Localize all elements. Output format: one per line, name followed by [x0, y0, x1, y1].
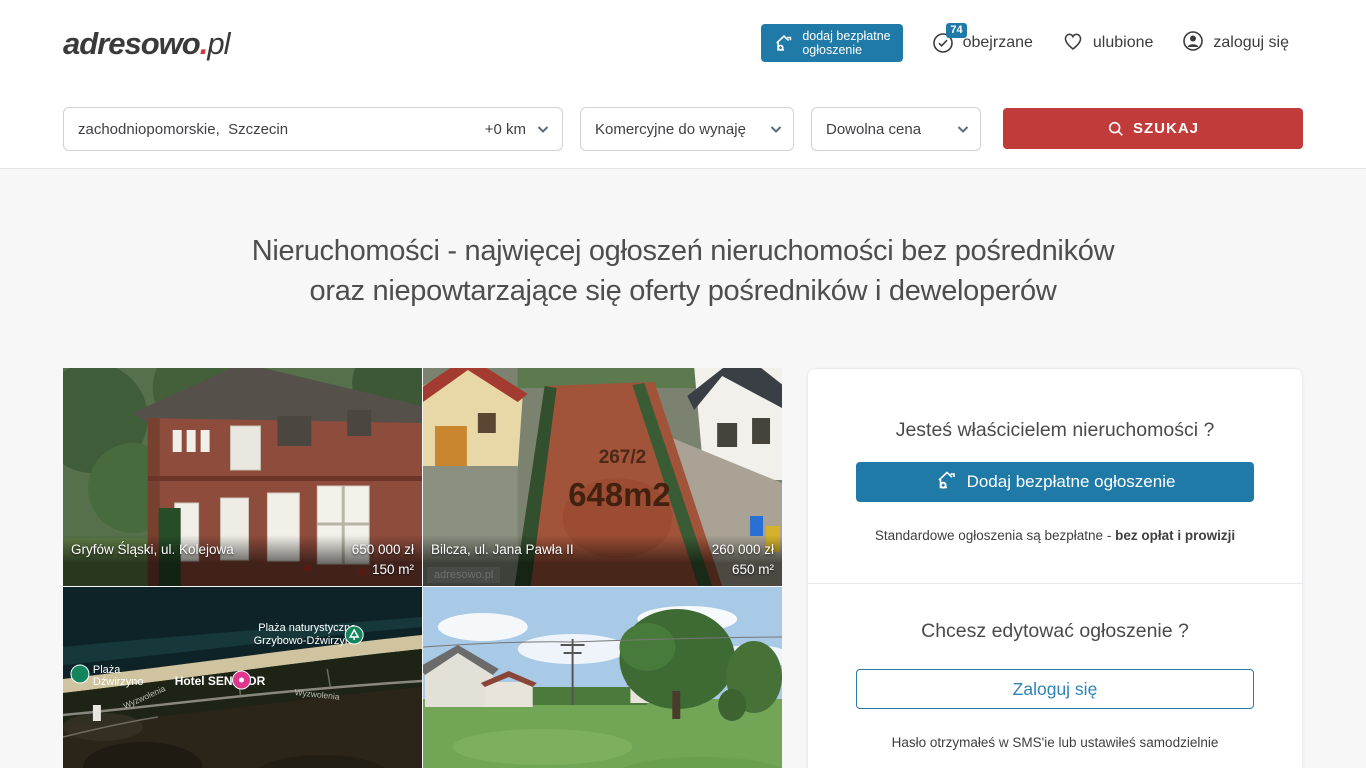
header-actions: dodaj bezpłatne ogłoszenie 74 obejrzane …: [761, 24, 1289, 62]
sidebar-divider: [808, 583, 1302, 584]
listing-price: 260 000 zł: [712, 540, 774, 560]
viewed-count-badge: 74: [946, 23, 966, 38]
svg-text:Grzybowo-Dźwirzyno: Grzybowo-Dźwirzyno: [254, 635, 357, 647]
check-circle-icon: 74: [931, 31, 955, 55]
site-logo[interactable]: adresowo.pl: [63, 26, 229, 62]
svg-text:267/2: 267/2: [599, 447, 646, 468]
edit-heading: Chcesz edytować ogłoszenie ?: [856, 620, 1254, 643]
search-bar: zachodniopomorskie, Szczecin +0 km Komer…: [0, 88, 1366, 169]
listing-location: Gryfów Śląski, ul. Kolejowa: [71, 540, 234, 560]
viewed-link[interactable]: 74 obejrzane: [931, 31, 1033, 55]
chevron-down-icon: [956, 122, 970, 136]
chevron-down-icon: [536, 122, 550, 136]
listing-caption: Bilcza, ul. Jana Pawła II 260 000 zł 650…: [423, 535, 782, 586]
add-listing-label: dodaj bezpłatne ogłoszenie: [802, 29, 890, 57]
svg-text:Dźwirzyno: Dźwirzyno: [93, 676, 144, 688]
listing-card[interactable]: 267/2 648m2 adresowo.pl Bilcza, ul. Jana…: [423, 368, 782, 586]
svg-text:Plaża: Plaża: [93, 664, 121, 676]
sidebar-add-listing-label: Dodaj bezpłatne ogłoszenie: [967, 472, 1176, 492]
owner-panel: Jesteś właścicielem nieruchomości ? Doda…: [807, 368, 1303, 768]
listing-price: 650 000 zł: [352, 540, 414, 560]
sidebar-login-button[interactable]: Zaloguj się: [856, 669, 1254, 709]
page-title: Nieruchomości - najwięcej ogłoszeń nieru…: [0, 231, 1366, 311]
owner-heading: Jesteś właścicielem nieruchomości ?: [856, 419, 1254, 442]
svg-text:Hotel SENATOR: Hotel SENATOR: [175, 674, 266, 688]
radius-value: +0 km: [485, 121, 526, 138]
header: adresowo.pl dodaj bezpłatne ogłoszenie: [0, 0, 1366, 88]
listing-photo-satellite-map: Plaża naturystyczna Grzybowo-Dźwirzyno P…: [63, 587, 422, 768]
favorites-link[interactable]: ulubione: [1061, 29, 1154, 58]
listing-location: Bilcza, ul. Jana Pawła II: [431, 540, 574, 560]
listing-area: 650 m²: [732, 560, 774, 580]
search-icon: [1107, 120, 1125, 138]
svg-text:648m2: 648m2: [568, 476, 670, 513]
favorites-label: ulubione: [1093, 34, 1154, 52]
price-dropdown[interactable]: Dowolna cena: [811, 107, 981, 151]
listing-caption: Gryfów Śląski, ul. Kolejowa 650 000 zł 1…: [63, 535, 422, 586]
sidebar-add-listing-button[interactable]: Dodaj bezpłatne ogłoszenie: [856, 462, 1254, 502]
chevron-down-icon: [769, 122, 783, 136]
listing-card[interactable]: Gryfów Śląski, ul. Kolejowa 650 000 zł 1…: [63, 368, 422, 586]
listing-card[interactable]: Plaża naturystyczna Grzybowo-Dźwirzyno P…: [63, 587, 422, 768]
password-note: Hasło otrzymałeś w SMS'ie lub ustawiłeś …: [856, 735, 1254, 750]
listing-photo-green-field: [423, 587, 782, 768]
radius-dropdown[interactable]: +0 km: [485, 121, 550, 138]
user-icon: [1181, 29, 1205, 58]
location-value: zachodniopomorskie, Szczecin: [78, 121, 485, 138]
search-button[interactable]: SZUKAJ: [1003, 108, 1303, 149]
viewed-label: obejrzane: [963, 34, 1033, 52]
price-value: Dowolna cena: [826, 121, 921, 138]
house-plus-icon: [935, 468, 959, 497]
category-dropdown[interactable]: Komercyjne do wynaję: [580, 107, 794, 151]
main-content: Nieruchomości - najwięcej ogłoszeń nieru…: [0, 169, 1366, 768]
listing-card[interactable]: Grojec, ul. Bagienna 891 000 zł: [423, 587, 782, 768]
category-value: Komercyjne do wynaję: [595, 121, 746, 138]
login-label: zaloguj się: [1213, 34, 1289, 52]
search-button-label: SZUKAJ: [1133, 120, 1199, 137]
listing-area: 150 m²: [372, 560, 414, 580]
logo-suffix: pl: [207, 26, 229, 61]
add-listing-button[interactable]: dodaj bezpłatne ogłoszenie: [761, 24, 902, 62]
login-link[interactable]: zaloguj się: [1181, 29, 1289, 58]
location-input[interactable]: zachodniopomorskie, Szczecin +0 km: [63, 107, 563, 151]
logo-text: adresowo: [63, 26, 200, 61]
free-listing-note: Standardowe ogłoszenia są bezpłatne - be…: [856, 528, 1254, 543]
svg-text:Plaża naturystyczna: Plaża naturystyczna: [258, 622, 357, 634]
house-plus-icon: [773, 32, 795, 54]
heart-icon: [1061, 29, 1085, 58]
listings-grid: Gryfów Śląski, ul. Kolejowa 650 000 zł 1…: [63, 368, 782, 768]
